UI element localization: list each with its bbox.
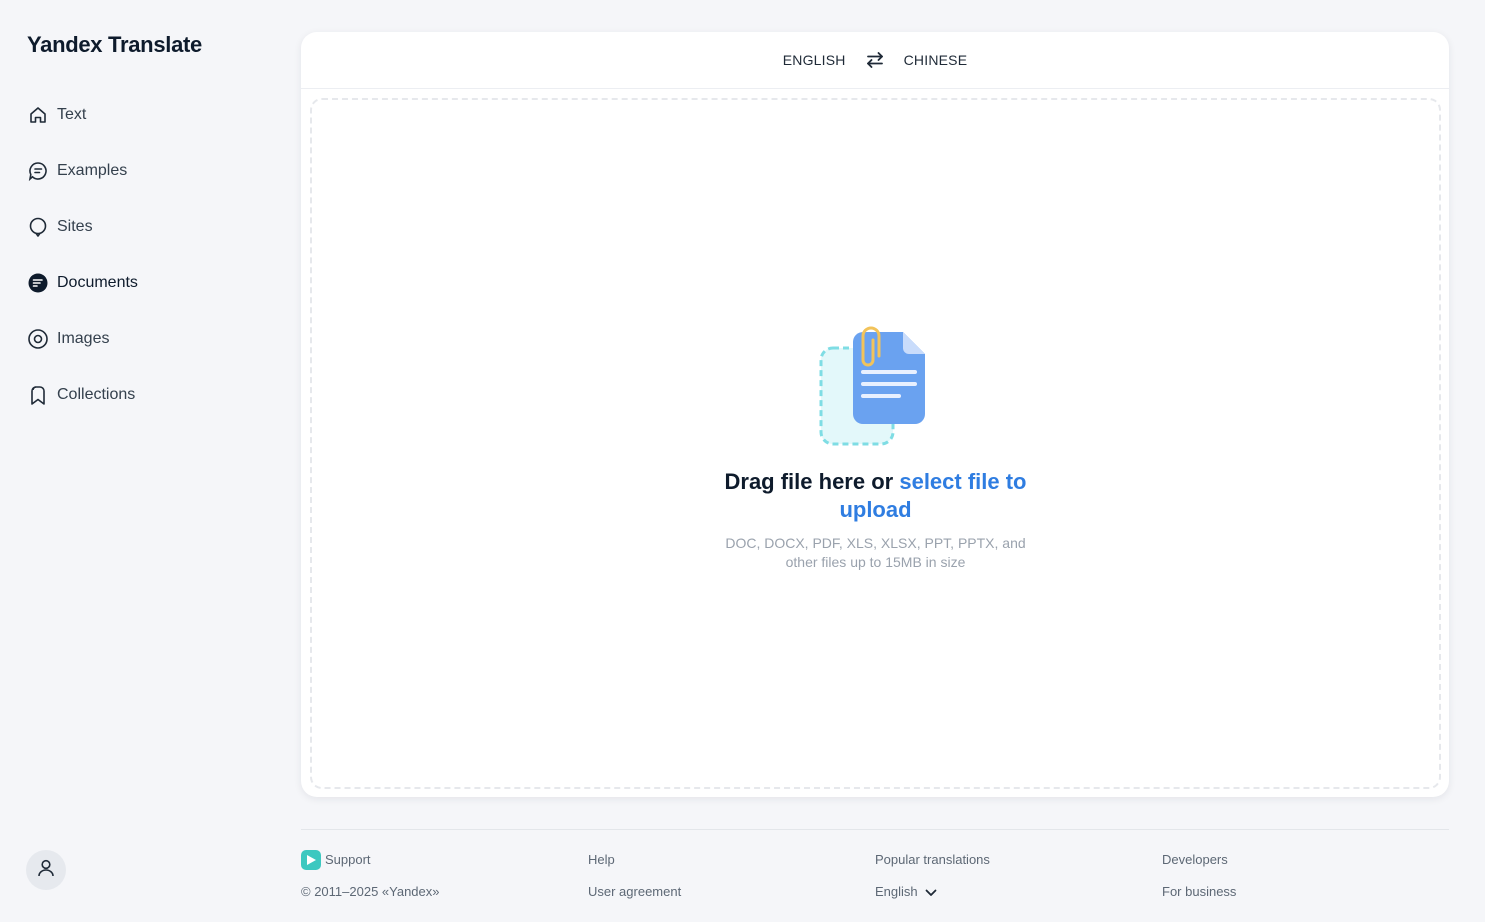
supported-formats-text: DOC, DOCX, PDF, XLS, XLSX, PPT, PPTX, an… (725, 535, 1026, 570)
footer-column-4: Developers For business (1162, 850, 1236, 914)
support-link[interactable]: Support (301, 850, 440, 870)
bookmarks-icon (27, 384, 49, 406)
sidebar-item-label: Examples (57, 162, 128, 179)
document-translate-card: ENGLISH CHINESE Drag file here or select… (301, 32, 1449, 797)
sidebar-item-text[interactable]: Text (27, 97, 267, 133)
developers-link[interactable]: Developers (1162, 850, 1236, 870)
for-business-link[interactable]: For business (1162, 882, 1236, 902)
target-language-button[interactable]: CHINESE (904, 52, 968, 68)
swap-languages-button[interactable] (865, 50, 885, 70)
drop-zone-title: Drag file here or select file to upload (716, 468, 1036, 524)
chevron-down-icon (925, 889, 937, 896)
support-label: Support (325, 852, 371, 867)
source-language-button[interactable]: ENGLISH (783, 52, 846, 68)
chat-bubble-icon (27, 160, 49, 182)
sidebar-nav: Text Examples Sites Documents Images Col… (27, 97, 267, 433)
sidebar-item-images[interactable]: Images (27, 321, 267, 357)
home-icon (27, 104, 49, 126)
sidebar-item-label: Documents (57, 274, 138, 291)
sidebar-item-label: Images (57, 330, 110, 347)
sidebar-item-sites[interactable]: Sites (27, 209, 267, 245)
user-agreement-link[interactable]: User agreement (588, 882, 681, 902)
sidebar-item-label: Collections (57, 386, 136, 403)
document-upload-icon (819, 326, 925, 446)
camera-icon (27, 328, 49, 350)
footer-column-1: Support © 2011–2025 «Yandex» (301, 850, 440, 914)
user-icon (36, 858, 56, 883)
help-link[interactable]: Help (588, 850, 681, 870)
copyright-text: © 2011–2025 «Yandex» (301, 884, 440, 899)
sidebar-item-examples[interactable]: Examples (27, 153, 267, 189)
document-icon (27, 272, 49, 294)
drop-zone-title-text: Drag file here or (724, 469, 900, 494)
sidebar-item-label: Text (57, 106, 87, 123)
language-bar: ENGLISH CHINESE (301, 32, 1449, 89)
globe-bubble-icon (27, 216, 49, 238)
sidebar-item-documents[interactable]: Documents (27, 265, 267, 301)
footer-column-2: Help User agreement (588, 850, 681, 914)
sidebar-item-label: Sites (57, 218, 93, 235)
app-logo[interactable]: Yandex Translate (27, 32, 202, 58)
drop-zone-content: Drag file here or select file to upload … (312, 326, 1439, 572)
file-drop-zone[interactable]: Drag file here or select file to upload … (310, 98, 1441, 789)
support-icon (301, 850, 321, 870)
sidebar-item-collections[interactable]: Collections (27, 377, 267, 413)
swap-arrows-icon (866, 52, 883, 68)
footer-column-3: Popular translations English (875, 850, 990, 914)
popular-translations-link[interactable]: Popular translations (875, 850, 990, 870)
interface-language-label: English (875, 884, 918, 899)
user-avatar-button[interactable] (26, 850, 66, 890)
footer-divider (301, 829, 1449, 830)
interface-language-select[interactable]: English (875, 882, 990, 902)
